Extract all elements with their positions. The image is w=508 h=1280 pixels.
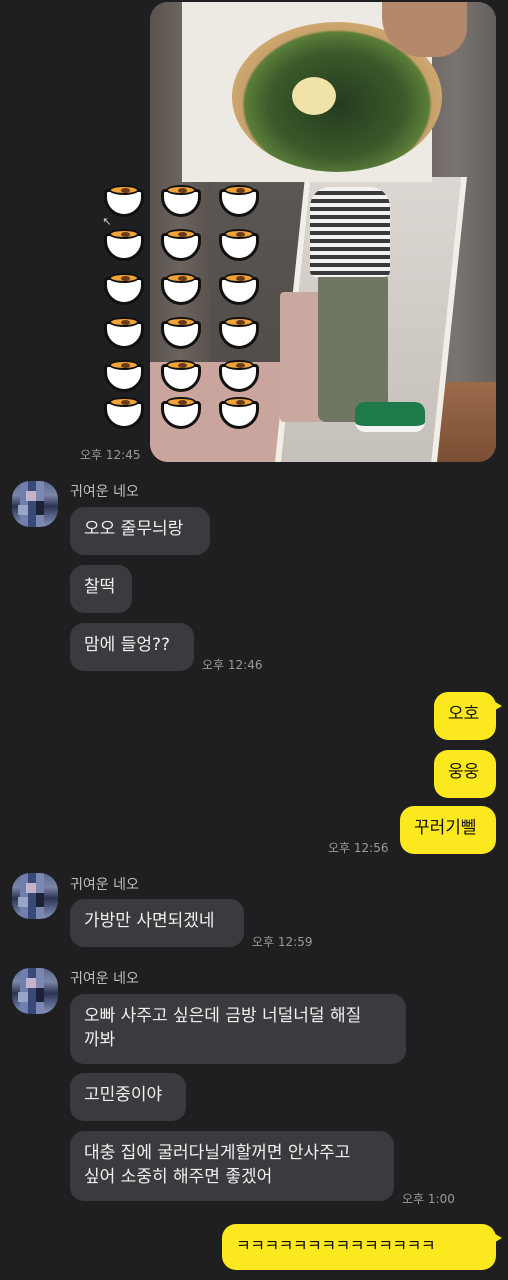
curry-bowl-icon [160, 355, 202, 393]
salad-egg [292, 77, 336, 115]
message-bubble[interactable]: 오빠 사주고 싶은데 금방 너덜너덜 해질 까봐 [70, 994, 406, 1064]
curry-bowl-icon [103, 355, 145, 393]
message-timestamp: 오후 12:46 [202, 658, 263, 672]
curry-bowl-icon [160, 312, 202, 350]
avatar[interactable] [12, 481, 58, 527]
message-timestamp: 오후 1:00 [402, 1192, 455, 1206]
curry-bowl-icon [103, 312, 145, 350]
curry-bowl-icon [103, 392, 145, 430]
curry-bowl-icon [160, 268, 202, 306]
photo-timestamp: 오후 12:45 [80, 448, 141, 462]
curry-bowl-icon [218, 224, 260, 262]
my-message-bubble[interactable]: 꾸러기뻴 [400, 806, 496, 854]
message-bubble[interactable]: 고민중이야 [70, 1073, 186, 1121]
curry-bowl-icon [160, 180, 202, 218]
message-bubble[interactable]: 가방만 사면되겠네 [70, 899, 244, 947]
curry-bowl-icon [218, 355, 260, 393]
sender-name: 귀여운 네오 [70, 877, 139, 893]
curry-bowl-icon [218, 392, 260, 430]
sender-name: 귀여운 네오 [70, 484, 139, 500]
message-bubble[interactable]: 오오 줄무늬랑 [70, 507, 210, 555]
photo-shoe [355, 402, 425, 432]
avatar[interactable] [12, 968, 58, 1014]
photo-person-legs [318, 272, 388, 422]
message-bubble[interactable]: 맘에 들엉?? [70, 623, 194, 671]
curry-bowl-icon [103, 268, 145, 306]
my-message-bubble[interactable]: 웅웅 [434, 750, 496, 798]
sender-name: 귀여운 네오 [70, 971, 139, 987]
arrow-icon[interactable]: ↖ [100, 215, 114, 229]
curry-bowl-icon [160, 224, 202, 262]
curry-bowl-icon [218, 268, 260, 306]
curry-bowl-icon [218, 180, 260, 218]
emoticon-grid[interactable] [100, 180, 270, 430]
curry-bowl-icon [160, 392, 202, 430]
message-bubble[interactable]: 찰떡 [70, 565, 132, 613]
photo-person-top [310, 187, 390, 277]
message-bubble[interactable]: 대충 집에 굴러다닐게할꺼면 안사주고 싶어 소중히 해주면 좋겠어 [70, 1131, 394, 1201]
my-message-bubble[interactable]: ㅋㅋㅋㅋㅋㅋㅋㅋㅋㅋㅋㅋㅋㅋ [222, 1224, 502, 1270]
avatar[interactable] [12, 873, 58, 919]
photo-salad-card [182, 2, 467, 182]
curry-bowl-icon [103, 224, 145, 262]
curry-bowl-icon [218, 312, 260, 350]
message-timestamp: 오후 12:59 [252, 935, 313, 949]
message-timestamp: 오후 12:56 [328, 841, 389, 855]
my-message-bubble[interactable]: 오호 [434, 692, 502, 740]
curry-bowl-icon [103, 180, 145, 218]
